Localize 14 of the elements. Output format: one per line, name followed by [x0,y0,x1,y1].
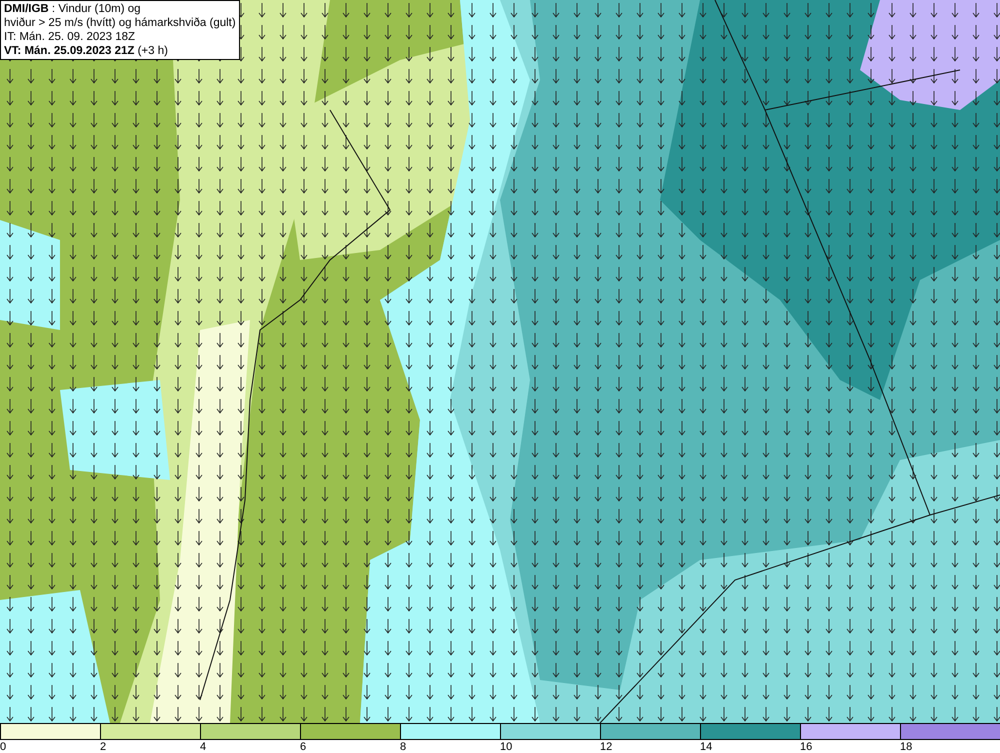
title-line: DMI/IGB : Vindur (10m) og [4,2,142,16]
legend-tick-label: 16 [800,741,812,753]
legend-tick-label: 8 [400,741,406,753]
legend-tick-label: 0 [0,741,6,753]
legend-tick-label: 14 [700,741,712,753]
legend-tick-label: 4 [200,741,206,753]
title-line: VT: Mán. 25.09.2023 21Z (+3 h) [4,44,169,58]
legend-tick-label: 12 [600,741,612,753]
legend-tick-label: 18 [900,741,912,753]
title-line: IT: Mán. 25. 09. 2023 18Z [4,30,136,44]
legend-tick-label: 2 [100,741,106,753]
legend-tick-label: 10 [500,741,512,753]
legend-tick-label: 6 [300,741,306,753]
title-line: hviður > 25 m/s (hvítt) og hámarkshviða (gult) [4,16,236,30]
